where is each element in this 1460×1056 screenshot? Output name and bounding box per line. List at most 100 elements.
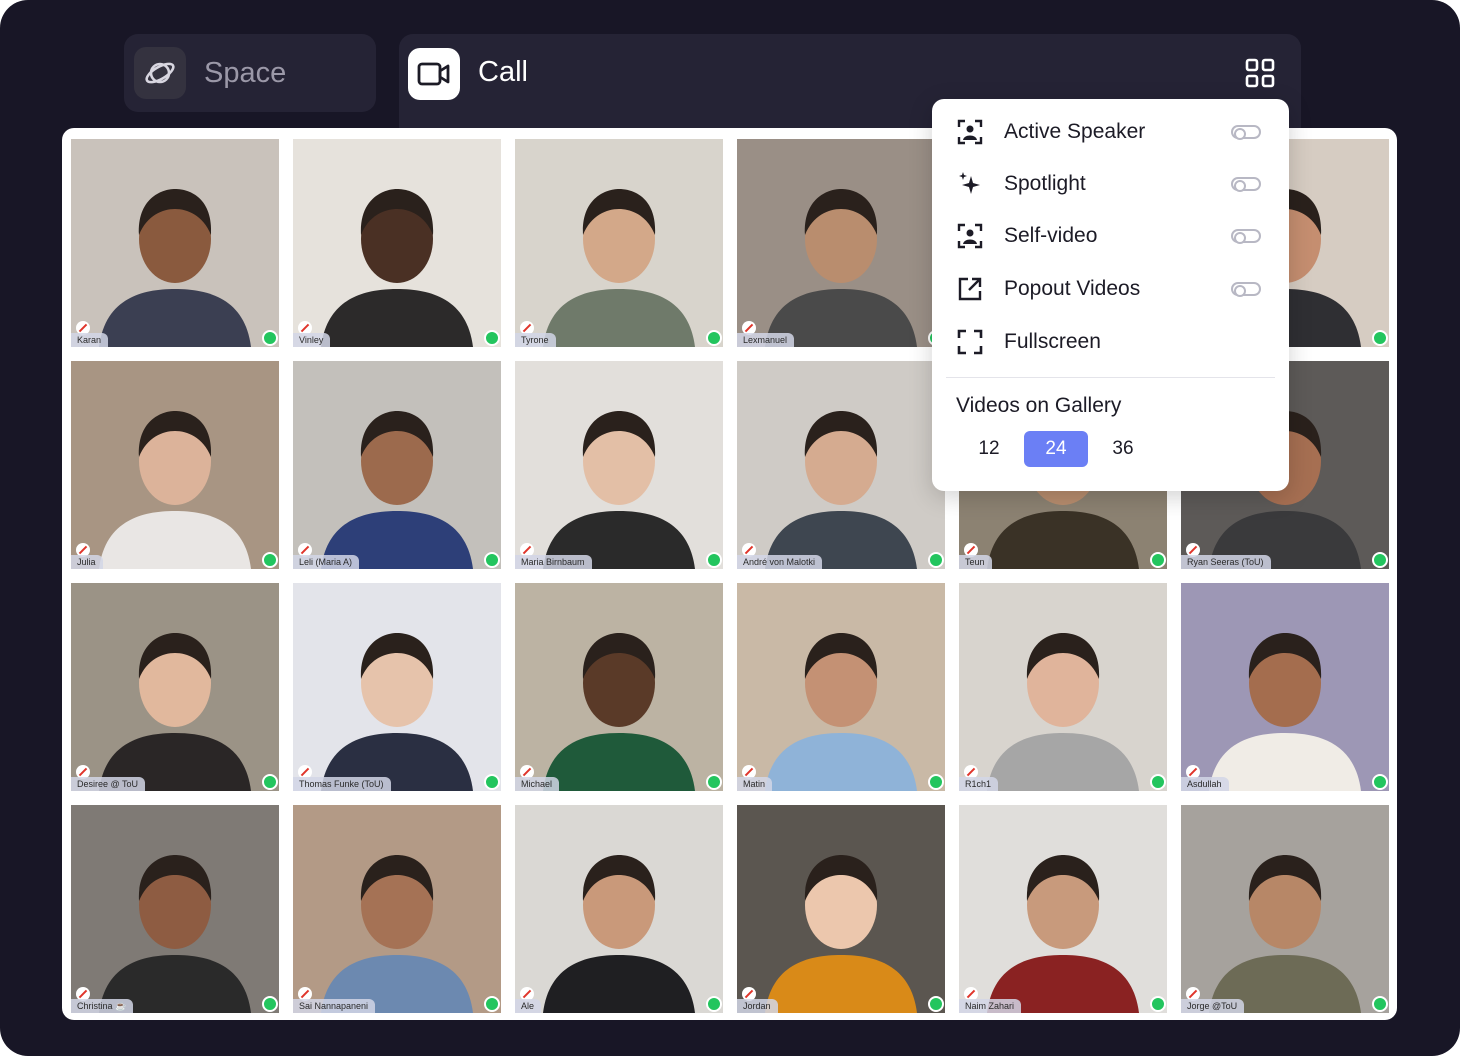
sparkle-icon <box>956 170 984 198</box>
participant-video-tile[interactable]: Matin <box>737 583 945 791</box>
video-camera-icon <box>408 48 460 100</box>
online-status-indicator <box>928 552 944 568</box>
participant-video-tile[interactable]: Naim Zahari <box>959 805 1167 1013</box>
participant-video-tile[interactable]: Desiree @ ToU <box>71 583 279 791</box>
participant-silhouette <box>765 189 917 347</box>
online-status-indicator <box>1150 996 1166 1012</box>
participant-silhouette <box>765 633 917 791</box>
participant-name: Christina ☕ <box>71 999 134 1013</box>
participant-video-tile[interactable]: Jordan <box>737 805 945 1013</box>
fullscreen-icon <box>956 328 984 356</box>
participant-video-tile[interactable]: Michael <box>515 583 723 791</box>
menu-item-self-video[interactable]: Self-video <box>932 213 1289 259</box>
participant-name: Asdullah <box>1181 777 1229 791</box>
participant-name: André von Malotki <box>737 555 823 569</box>
online-status-indicator <box>1150 552 1166 568</box>
participant-name: Karan <box>71 333 109 347</box>
participant-silhouette <box>99 189 251 347</box>
online-status-indicator <box>706 330 722 346</box>
participant-name: Jorge @ToU <box>1181 999 1245 1013</box>
self-video-toggle[interactable] <box>1231 229 1261 244</box>
participant-name: Naim Zahari <box>959 999 1022 1013</box>
grid-layout-icon[interactable] <box>1243 56 1277 90</box>
participant-video-tile[interactable]: Karan <box>71 139 279 347</box>
online-status-indicator <box>484 996 500 1012</box>
tab-space-label: Space <box>204 56 287 89</box>
tab-space[interactable]: Space <box>124 34 376 112</box>
participant-video-tile[interactable]: Thomas Funke (ToU) <box>293 583 501 791</box>
gallery-option-12[interactable]: 12 <box>957 431 1021 467</box>
planet-icon <box>134 47 186 99</box>
active-speaker-toggle[interactable] <box>1231 125 1261 140</box>
participant-silhouette <box>321 855 473 1013</box>
participant-video-tile[interactable]: Maria Birnbaum <box>515 361 723 569</box>
participant-video-tile[interactable]: Ale <box>515 805 723 1013</box>
participant-silhouette <box>543 411 695 569</box>
online-status-indicator <box>1372 330 1388 346</box>
participant-video-tile[interactable]: Vinley <box>293 139 501 347</box>
participant-name: Ale <box>515 999 542 1013</box>
participant-video-tile[interactable]: Jorge @ToU <box>1181 805 1389 1013</box>
participant-name: Maria Birnbaum <box>515 555 592 569</box>
participant-video-tile[interactable]: André von Malotki <box>737 361 945 569</box>
online-status-indicator <box>706 552 722 568</box>
popout-icon <box>956 275 984 303</box>
online-status-indicator <box>484 330 500 346</box>
gallery-option-36[interactable]: 36 <box>1091 431 1155 467</box>
participant-name: Julia <box>71 555 103 569</box>
spotlight-toggle[interactable] <box>1231 177 1261 192</box>
participant-silhouette <box>1209 633 1361 791</box>
participant-silhouette <box>543 855 695 1013</box>
online-status-indicator <box>928 996 944 1012</box>
participant-video-tile[interactable]: Sai Nannapaneni <box>293 805 501 1013</box>
participant-video-tile[interactable]: Leli (Maria A) <box>293 361 501 569</box>
participant-name: Jordan <box>737 999 778 1013</box>
online-status-indicator <box>262 774 278 790</box>
participant-silhouette <box>321 633 473 791</box>
participant-silhouette <box>543 189 695 347</box>
participant-silhouette <box>987 633 1139 791</box>
participant-name: Vinley <box>293 333 331 347</box>
app-frame: Space Call Karan Vinley Tyrone Lexmanuel Jul… <box>0 0 1460 1056</box>
participant-silhouette <box>765 855 917 1013</box>
online-status-indicator <box>262 552 278 568</box>
participant-name: Lexmanuel <box>737 333 795 347</box>
gallery-option-24[interactable]: 24 <box>1024 431 1088 467</box>
menu-item-fullscreen[interactable]: Fullscreen <box>932 319 1289 365</box>
online-status-indicator <box>1372 552 1388 568</box>
participant-name: Thomas Funke (ToU) <box>293 777 391 791</box>
online-status-indicator <box>706 774 722 790</box>
online-status-indicator <box>262 330 278 346</box>
view-options-menu: Active Speaker Spotlight Self-video Popo… <box>932 99 1289 491</box>
participant-silhouette <box>987 855 1139 1013</box>
menu-item-popout-videos[interactable]: Popout Videos <box>932 266 1289 312</box>
online-status-indicator <box>1372 996 1388 1012</box>
participant-silhouette <box>543 633 695 791</box>
menu-item-spotlight[interactable]: Spotlight <box>932 161 1289 207</box>
online-status-indicator <box>484 552 500 568</box>
participant-video-tile[interactable]: Lexmanuel <box>737 139 945 347</box>
videos-on-gallery-heading: Videos on Gallery <box>956 394 1122 417</box>
participant-video-tile[interactable]: R1ch1 <box>959 583 1167 791</box>
participant-silhouette <box>99 411 251 569</box>
participant-video-tile[interactable]: Asdullah <box>1181 583 1389 791</box>
self-video-icon <box>956 222 984 250</box>
participant-name: Teun <box>959 555 992 569</box>
menu-item-active-speaker[interactable]: Active Speaker <box>932 109 1289 155</box>
participant-name: Matin <box>737 777 773 791</box>
participant-silhouette <box>321 189 473 347</box>
participant-silhouette <box>1209 855 1361 1013</box>
participant-video-tile[interactable]: Julia <box>71 361 279 569</box>
participant-name: Sai Nannapaneni <box>293 999 376 1013</box>
online-status-indicator <box>1150 774 1166 790</box>
participant-silhouette <box>765 411 917 569</box>
participant-video-tile[interactable]: Tyrone <box>515 139 723 347</box>
participant-name: Tyrone <box>515 333 556 347</box>
participant-video-tile[interactable]: Christina ☕ <box>71 805 279 1013</box>
popout-videos-toggle[interactable] <box>1231 282 1261 297</box>
participant-name: Ryan Seeras (ToU) <box>1181 555 1271 569</box>
menu-divider <box>946 377 1275 378</box>
online-status-indicator <box>706 996 722 1012</box>
online-status-indicator <box>1372 774 1388 790</box>
online-status-indicator <box>928 774 944 790</box>
